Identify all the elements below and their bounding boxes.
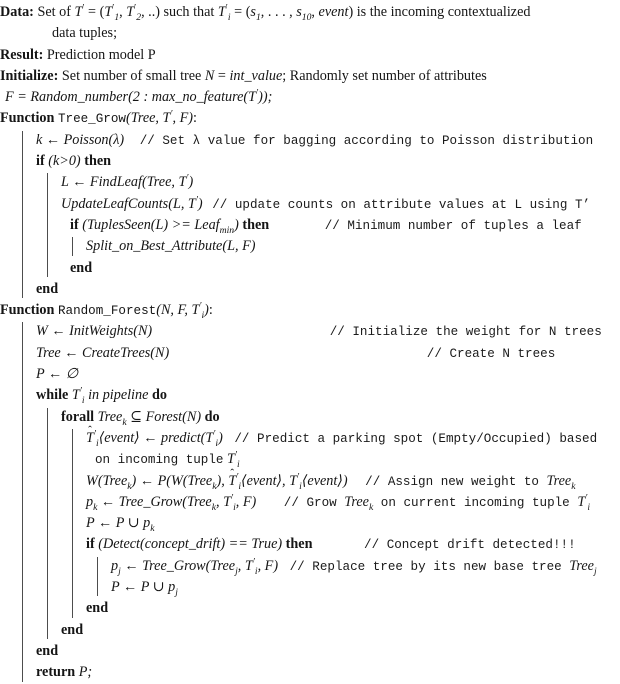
function-random-forest-signature: Random_Forest [57, 304, 157, 319]
comment-grow-tree: // Grow Treek on current incoming tuple … [283, 492, 590, 513]
data-line-continuation: data tuples; [52, 25, 118, 42]
initialize-line-continuation: F = Random_number(2 : max_no_feature(T′)… [5, 87, 273, 106]
initialize-label: Initialize: [0, 67, 59, 84]
result-text: Prediction model P [46, 46, 156, 63]
function-random-forest-header: Function Random_Forest(N, F, T′i): [0, 300, 213, 321]
if-k-greater-zero: if (k>0) then [36, 153, 112, 170]
function-keyword-2: Function [0, 302, 55, 319]
if-concept-drift: if (Detect(concept_drift) == True) then … [86, 536, 576, 553]
initialize-line: Initialize: Set number of small tree N =… [0, 66, 620, 87]
line-union-pk: P ← P ∪ pk [86, 515, 155, 534]
if-tuplesseen-body: Split_on_Best_Attribute(L, F) [72, 236, 620, 257]
comment-initweights: // Initialize the weight for N trees [329, 325, 602, 340]
forall-trees: forall Treek ⊆ Forest(N) do [61, 408, 220, 428]
line-predict: ̂T′i⟨event⟩ ← predict(T′i) // Predict a … [86, 428, 598, 449]
function-tree-grow-header: Function Tree_Grow(Tree, T′, F): [0, 108, 197, 127]
data-line: Data: Set of T′ = (T′1, T′2, ..) such th… [0, 2, 620, 23]
if-tuplesseen: if (TuplesSeen(L) >= Leafmin) then // Mi… [70, 216, 582, 236]
while-pipeline: while T′i in pipeline do [36, 385, 167, 407]
line-split-on-best-attribute: Split_on_Best_Attribute(L, F) [86, 238, 256, 255]
function-keyword: Function [0, 110, 55, 127]
line-assign-weight: W(Treek) ← P(W(Treek), ̂T′i⟨event⟩, T′i⟨… [86, 470, 576, 492]
line-poisson: k ← Poisson(λ) // Set λ value for baggin… [36, 131, 594, 148]
return-line: return P; [36, 664, 93, 681]
comment-createtrees: // Create N trees [426, 346, 556, 361]
forall-body: ̂T′i⟨event⟩ ← predict(T′i) // Predict a … [72, 428, 620, 620]
if-concept-drift-body: pj ← Tree_Grow(Treej, T′i, F) // Replace… [97, 556, 620, 599]
line-replace-tree: pj ← Tree_Grow(Treej, T′i, F) // Replace… [111, 555, 597, 577]
comment-poisson: // Set λ value for bagging according to … [139, 133, 594, 148]
tree-grow-body: k ← Poisson(λ) // Set λ value for baggin… [22, 130, 620, 300]
end-if-concept-drift: end [86, 600, 109, 617]
comment-concept-drift: // Concept drift detected!!! [364, 538, 576, 553]
comment-updateleafcounts: // update counts on attribute values at … [212, 197, 591, 212]
data-text: Set of T′ = (T′1, T′2, ..) such that T′i… [37, 2, 531, 23]
end-if-k: end [36, 280, 59, 297]
end-while: end [36, 642, 59, 659]
line-findleaf: L ← FindLeaf(Tree, T′) [61, 172, 194, 191]
line-createtrees: Tree ← CreateTrees(N) // Create N trees [36, 344, 556, 361]
line-union-pj: P ← P ∪ pj [111, 579, 178, 598]
line-updateleafcounts: UpdateLeafCounts(L, T′) // update counts… [61, 193, 591, 212]
algorithm-pseudocode-block: Data: Set of T′ = (T′1, T′2, ..) such th… [0, 0, 620, 682]
if-k-body: L ← FindLeaf(Tree, T′) UpdateLeafCounts(… [47, 172, 620, 278]
comment-predict: // Predict a parking spot (Empty/Occupie… [234, 431, 598, 446]
function-tree-grow-signature: Tree_Grow [57, 112, 126, 127]
algorithm-preamble: Data: Set of T′ = (T′1, T′2, ..) such th… [0, 0, 620, 108]
initialize-text: Set number of small tree N = int_value; … [61, 67, 487, 84]
line-grow-tree: pk ← Tree_Grow(Treek, T′i, F) // Grow Tr… [86, 492, 590, 513]
comment-assign-weight: // Assign new weight to Treek [365, 472, 576, 492]
random-forest-body: W ← InitWeights(N) // Initialize the wei… [22, 321, 620, 683]
result-label: Result: [0, 46, 44, 63]
while-body: forall Treek ⊆ Forest(N) do ̂T′i⟨event⟩ … [47, 407, 620, 641]
result-line: Result: Prediction model P [0, 45, 620, 66]
comment-tuplesseen: // Minimum number of tuples a leaf [324, 218, 582, 233]
data-label: Data: [0, 4, 34, 20]
end-if-tuplesseen: end [70, 259, 93, 276]
line-p-empty-set: P ← ∅ [36, 366, 79, 383]
line-initweights: W ← InitWeights(N) // Initialize the wei… [36, 323, 602, 340]
comment-predict-continuation: on incoming tuple T′i [95, 449, 240, 471]
end-forall: end [61, 621, 84, 638]
comment-replace-tree: // Replace tree by its new base tree Tre… [289, 557, 597, 577]
